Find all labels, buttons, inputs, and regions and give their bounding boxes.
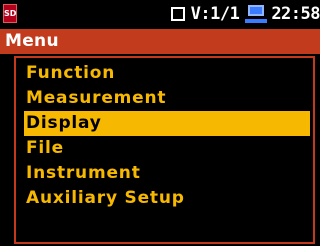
menu-item-display[interactable]: Display: [26, 111, 320, 136]
menu-item-instrument[interactable]: Instrument: [26, 161, 316, 186]
checkbox-icon: [170, 7, 185, 21]
status-indicators: V:1/1 22:58: [170, 3, 320, 25]
clock: 22:58: [271, 4, 320, 24]
sd-card-icon: SD: [3, 4, 17, 23]
view-indicator: V:1/1: [190, 4, 240, 24]
menu-item-measurement[interactable]: Measurement: [26, 86, 316, 111]
status-bar: SD V:1/1 22:58: [0, 0, 320, 28]
title-bar: Menu: [0, 29, 320, 54]
menu-item-file[interactable]: File: [26, 136, 316, 161]
device-screen: SD V:1/1 22:58 Menu Function Measurement…: [0, 0, 320, 246]
power-icon: [245, 5, 268, 23]
menu-item-function[interactable]: Function: [26, 61, 316, 86]
page-title: Menu: [5, 31, 59, 51]
menu-item-auxiliary-setup[interactable]: Auxiliary Setup: [26, 186, 316, 211]
